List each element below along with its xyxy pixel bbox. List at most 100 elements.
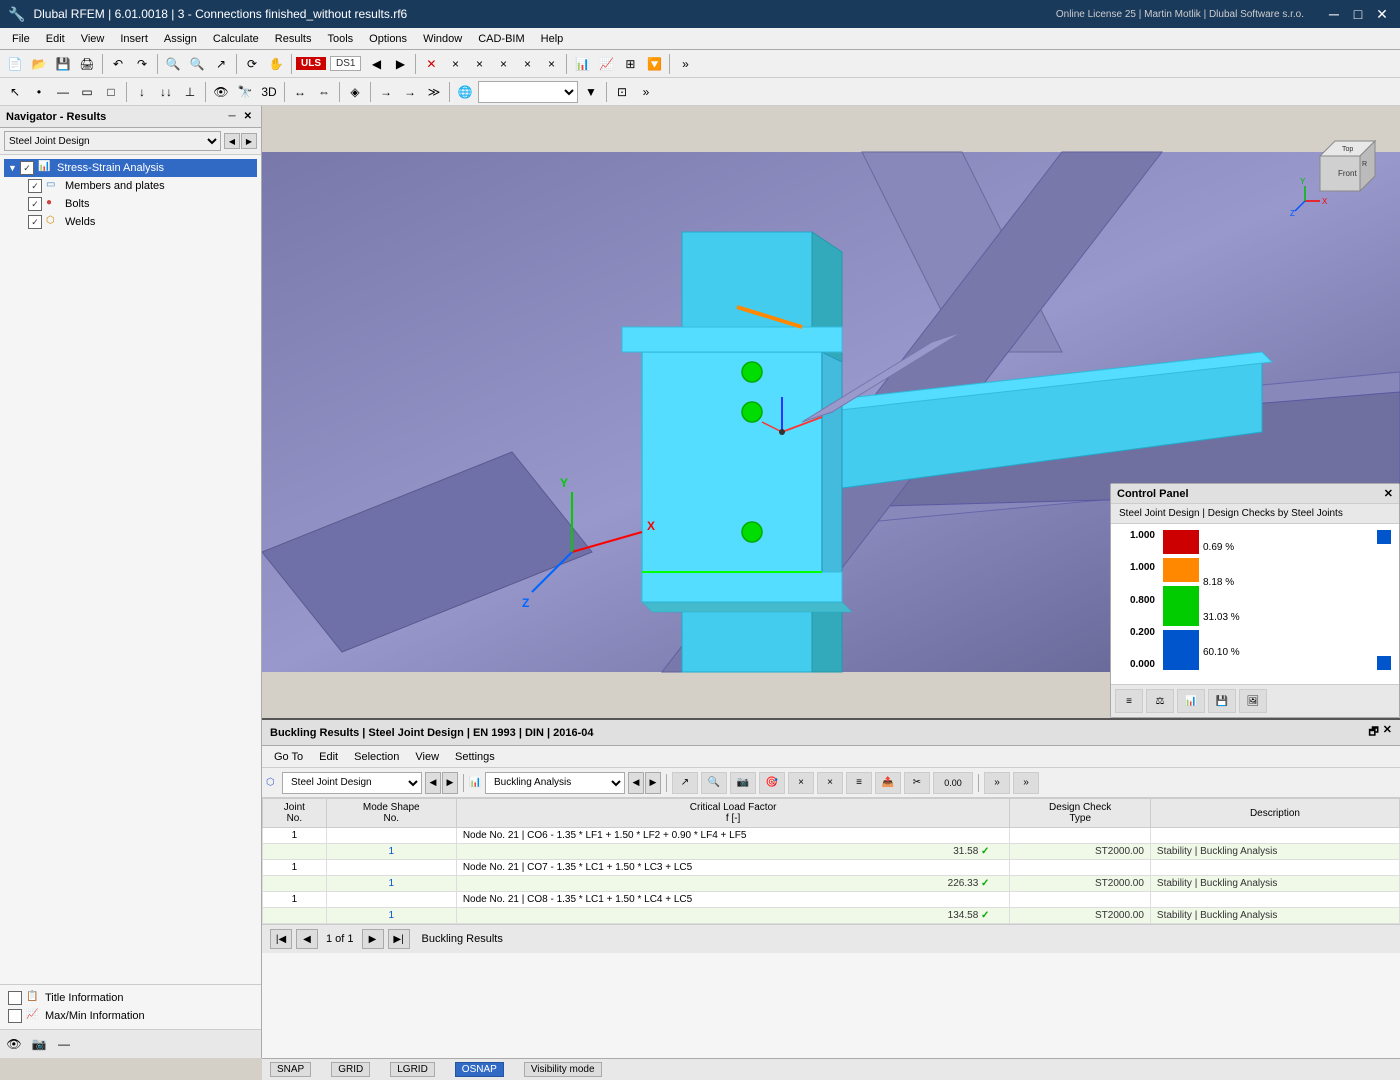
nav-close[interactable]: ✕ xyxy=(241,110,255,123)
nav-tb-camera[interactable]: 📷 xyxy=(28,1033,50,1055)
tb2-arrow-r1[interactable]: → xyxy=(375,81,397,103)
menu-results[interactable]: Results xyxy=(267,31,320,47)
nav-item-stress-strain[interactable]: ▼ 📊 Stress-Strain Analysis xyxy=(4,159,257,177)
results-tb3[interactable]: 📷 xyxy=(730,772,756,794)
tb-xxx5[interactable]: × xyxy=(540,53,562,75)
results-combo1[interactable]: Steel Joint Design xyxy=(282,772,422,794)
menu-window[interactable]: Window xyxy=(415,31,470,47)
nav-cb-welds[interactable] xyxy=(28,215,42,229)
nav-cb-title[interactable] xyxy=(8,991,22,1005)
tb-redo[interactable]: ↷ xyxy=(131,53,153,75)
tb-results2[interactable]: 📈 xyxy=(595,53,617,75)
tb-prev-ds[interactable]: ◀ xyxy=(365,53,387,75)
nav-cb-members[interactable] xyxy=(28,179,42,193)
menu-insert[interactable]: Insert xyxy=(112,31,156,47)
menu-file[interactable]: File xyxy=(4,31,38,47)
tb2-3d[interactable]: 3D xyxy=(258,81,280,103)
nav-cb-stress[interactable] xyxy=(20,161,34,175)
results-menu-selection[interactable]: Selection xyxy=(346,749,407,765)
pg-prev[interactable]: ◀ xyxy=(296,929,318,949)
nav-item-title-info[interactable]: 📋 Title Information xyxy=(4,989,257,1007)
tb2-expand[interactable]: ≫ xyxy=(423,81,445,103)
results-tb1[interactable]: ↗ xyxy=(672,772,698,794)
results-tb7[interactable]: ≡ xyxy=(846,772,872,794)
results-menu-view[interactable]: View xyxy=(407,749,447,765)
menu-tools[interactable]: Tools xyxy=(319,31,361,47)
tb-open[interactable]: 📂 xyxy=(28,53,50,75)
tb-xxx2[interactable]: × xyxy=(468,53,490,75)
tb2-display[interactable]: ⊡ xyxy=(611,81,633,103)
tb2-render[interactable]: ◈ xyxy=(344,81,366,103)
combo2-next[interactable]: ▶ xyxy=(645,772,661,794)
global-xyz-select[interactable]: 1 - Global XYZ xyxy=(478,81,578,103)
results-menu-goto[interactable]: Go To xyxy=(266,749,311,765)
maximize-button[interactable]: □ xyxy=(1348,4,1368,24)
tb2-load2[interactable]: ↓↓ xyxy=(155,81,177,103)
results-tb5[interactable]: × xyxy=(788,772,814,794)
tb2-surface[interactable]: ▭ xyxy=(76,81,98,103)
results-tb10[interactable]: 0.00 xyxy=(933,772,973,794)
results-tb6[interactable]: × xyxy=(817,772,843,794)
tb-xxx4[interactable]: × xyxy=(516,53,538,75)
menu-view[interactable]: View xyxy=(73,31,113,47)
tb-xxx3[interactable]: × xyxy=(492,53,514,75)
tb-select[interactable]: ↗ xyxy=(210,53,232,75)
results-restore[interactable]: 🗗 xyxy=(1368,723,1378,742)
pg-next[interactable]: ▶ xyxy=(362,929,384,949)
tb2-cursor[interactable]: ↖ xyxy=(4,81,26,103)
nav-design-select[interactable]: Steel Joint Design xyxy=(4,131,221,151)
tb2-load3[interactable]: ⊥ xyxy=(179,81,201,103)
tb-xxx1[interactable]: × xyxy=(444,53,466,75)
tb-zoom-out[interactable]: 🔍 xyxy=(186,53,208,75)
results-tb11[interactable]: » xyxy=(984,772,1010,794)
cp-close[interactable]: ✕ xyxy=(1384,487,1393,500)
nav-arrow-right[interactable]: ▶ xyxy=(241,133,257,149)
nav-cb-bolts[interactable] xyxy=(28,197,42,211)
nav-tb-dash[interactable]: — xyxy=(53,1033,75,1055)
tb2-load1[interactable]: ↓ xyxy=(131,81,153,103)
cp-tb-image[interactable]: 🖼 xyxy=(1239,689,1267,713)
minimize-button[interactable]: ─ xyxy=(1324,4,1344,24)
cube-navigator[interactable]: Front Top R X Y Z xyxy=(1290,116,1390,216)
tb2-global[interactable]: 🌐 xyxy=(454,81,476,103)
tb-results[interactable]: 📊 xyxy=(571,53,593,75)
tb2-member[interactable]: — xyxy=(52,81,74,103)
results-tb4[interactable]: 🎯 xyxy=(759,772,785,794)
tb2-arrow-r2[interactable]: → xyxy=(399,81,421,103)
results-tb2[interactable]: 🔍 xyxy=(701,772,727,794)
tb2-expand2[interactable]: ▼ xyxy=(580,81,602,103)
combo1-prev[interactable]: ◀ xyxy=(425,772,441,794)
tb-save[interactable]: 💾 xyxy=(52,53,74,75)
menu-calculate[interactable]: Calculate xyxy=(205,31,267,47)
nav-expand-stress[interactable]: ▼ xyxy=(8,163,20,173)
combo1-next[interactable]: ▶ xyxy=(442,772,458,794)
nav-tb-eye[interactable]: 👁 xyxy=(3,1033,25,1055)
pg-last[interactable]: ▶| xyxy=(388,929,410,949)
tb-new[interactable]: 📄 xyxy=(4,53,26,75)
nav-item-maxmin-info[interactable]: 📈 Max/Min Information xyxy=(4,1007,257,1025)
menu-cadbim[interactable]: CAD-BIM xyxy=(470,31,532,47)
tb-next-ds[interactable]: ▶ xyxy=(389,53,411,75)
cp-tb-balance[interactable]: ⚖ xyxy=(1146,689,1174,713)
nav-item-members-plates[interactable]: ▭ Members and plates xyxy=(24,177,257,195)
viewport-container[interactable]: X Y Z xyxy=(262,106,1400,718)
menu-options[interactable]: Options xyxy=(361,31,415,47)
results-close[interactable]: ✕ xyxy=(1383,723,1392,742)
pg-first[interactable]: |◀ xyxy=(270,929,292,949)
results-tb9[interactable]: ✂ xyxy=(904,772,930,794)
tb-filter[interactable]: 🔽 xyxy=(643,53,665,75)
tb-check-red[interactable]: ✕ xyxy=(420,53,442,75)
results-tb8[interactable]: 📤 xyxy=(875,772,901,794)
cp-tb-list[interactable]: ≡ xyxy=(1115,689,1143,713)
close-button[interactable]: ✕ xyxy=(1372,4,1392,24)
tb2-more[interactable]: » xyxy=(635,81,657,103)
tb2-view1[interactable]: 👁 xyxy=(210,81,232,103)
cp-tb-chart[interactable]: 📊 xyxy=(1177,689,1205,713)
tb-grid[interactable]: ⊞ xyxy=(619,53,641,75)
tb-pan[interactable]: ✋ xyxy=(265,53,287,75)
results-menu-edit[interactable]: Edit xyxy=(311,749,346,765)
tb2-node[interactable]: • xyxy=(28,81,50,103)
nav-cb-maxmin[interactable] xyxy=(8,1009,22,1023)
results-tb12[interactable]: » xyxy=(1013,772,1039,794)
combo2-prev[interactable]: ◀ xyxy=(628,772,644,794)
